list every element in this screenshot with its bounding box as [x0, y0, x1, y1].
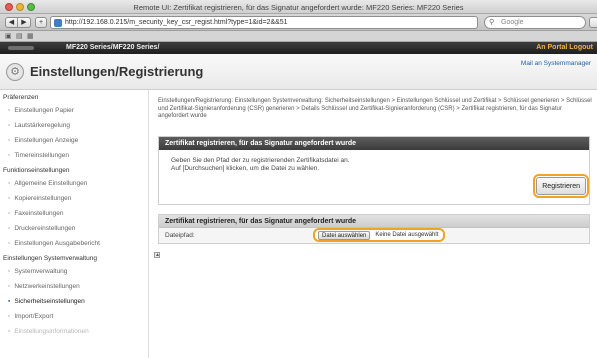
register-button[interactable]: Registrieren — [533, 174, 589, 198]
app-header: MF220 Series/MF220 Series/ An Portal Log… — [0, 42, 597, 54]
panel-subheading: Zertifikat registrieren, für das Signatu… — [159, 215, 589, 228]
register-certificate-panel: Zertifikat registrieren, für das Signatu… — [158, 136, 590, 205]
file-status-text: Keine Datei ausgewählt — [375, 232, 439, 238]
sidebar-item-display[interactable]: Einstellungen Anzeige — [8, 137, 146, 144]
chevron-right-icon: ▶ — [21, 19, 27, 26]
sidebar-item-general[interactable]: Allgemeine Einstellungen — [8, 180, 146, 187]
sidebar-item-security[interactable]: Sicherheitseinstellungen — [8, 298, 146, 305]
sidebar-item-paper[interactable]: Einstellungen Papier — [8, 107, 146, 114]
instruction-line-2: Auf [Durchsuchen] klicken, um die Datei … — [171, 165, 320, 172]
page-header: ⚙ Einstellungen/Registrierung Mail an Sy… — [0, 54, 597, 90]
file-path-label: Dateipfad: — [165, 232, 195, 239]
breadcrumb: Einstellungen/Registrierung: Einstellung… — [158, 98, 592, 119]
sidebar-item-volume[interactable]: Lautstärkeregelung — [8, 122, 146, 129]
url-text[interactable]: http://192.168.0.215/m_security_key_csr_… — [65, 19, 288, 26]
choose-file-button[interactable]: Datei auswählen — [318, 231, 371, 240]
page-title: Einstellungen/Registrierung — [30, 64, 204, 79]
chevron-left-icon: ◀ — [8, 19, 15, 26]
sidebar: Präferenzen Einstellungen Papier Lautstä… — [0, 90, 149, 358]
mail-system-manager-link[interactable]: Mail an Systemmanager — [521, 60, 591, 67]
window-title: Remote UI: Zertifikat registrieren, für … — [133, 3, 464, 12]
window-titlebar: Remote UI: Zertifikat registrieren, für … — [0, 0, 597, 14]
sidebar-section-preferences: Präferenzen — [3, 94, 39, 101]
search-input[interactable]: ⚲ Google — [484, 16, 586, 29]
instructions: Geben Sie den Pfad der zu registrierende… — [171, 157, 350, 173]
device-title: MF220 Series/MF220 Series/ — [66, 44, 160, 51]
sidebar-item-system-management[interactable]: Systemverwaltung — [8, 268, 146, 275]
reading-list-icon[interactable]: ▤ — [16, 32, 23, 40]
main-content: Einstellungen/Registrierung: Einstellung… — [150, 90, 597, 358]
sidebar-section-functions: Funktionseinstellungen — [3, 167, 70, 174]
sidebar-section-system: Einstellungen Systemverwaltung — [3, 255, 97, 262]
sidebar-item-printer[interactable]: Druckereinstellungen — [8, 225, 146, 232]
back-button[interactable]: ◀ — [5, 17, 18, 28]
address-bar[interactable]: http://192.168.0.215/m_security_key_csr_… — [50, 16, 522, 29]
sidebar-item-import-export[interactable]: Import/Export — [8, 313, 146, 320]
logo — [8, 46, 34, 50]
book-icon[interactable]: ▣ — [5, 32, 12, 40]
bookmarks-bar: ▣ ▤ ▦ — [0, 31, 597, 42]
file-input[interactable]: Datei auswählen Keine Datei ausgewählt — [313, 228, 446, 242]
sidebar-item-copy[interactable]: Kopiereinstellungen — [8, 195, 146, 202]
file-path-panel: Zertifikat registrieren, für das Signatu… — [158, 214, 590, 244]
instruction-line-1: Geben Sie den Pfad der zu registrierende… — [171, 157, 350, 164]
sidebar-item-network[interactable]: Netzwerkeinstellungen — [8, 283, 146, 290]
site-favicon-icon — [54, 19, 62, 27]
add-bookmark-button[interactable]: + — [35, 17, 47, 28]
plus-icon: + — [38, 19, 44, 26]
sidebar-item-settings-info[interactable]: Einstellungsinformationen — [8, 328, 146, 335]
browser-toolbar: ◀ ▶ + http://192.168.0.215/m_security_ke… — [0, 14, 597, 31]
sidebar-item-timer[interactable]: Timereinstellungen — [8, 152, 146, 159]
forward-button[interactable]: ▶ — [18, 17, 31, 28]
sidebar-item-report[interactable]: Einstellungen Ausgabebericht — [8, 240, 146, 247]
apps-grid-icon[interactable]: ▦ — [27, 32, 34, 40]
search-icon: ⚲ — [489, 19, 495, 26]
portal-logout-links[interactable]: An Portal Logout — [536, 44, 593, 51]
search-placeholder: Google — [501, 19, 524, 26]
page-top-icon[interactable]: ▲ — [154, 252, 160, 258]
panel-heading: Zertifikat registrieren, für das Signatu… — [159, 137, 589, 150]
sidebar-item-fax[interactable]: Faxeinstellungen — [8, 210, 146, 217]
sidebar-fade — [0, 344, 148, 358]
settings-gear-icon: ⚙ — [6, 63, 24, 81]
browser-menu-button[interactable] — [589, 17, 597, 28]
